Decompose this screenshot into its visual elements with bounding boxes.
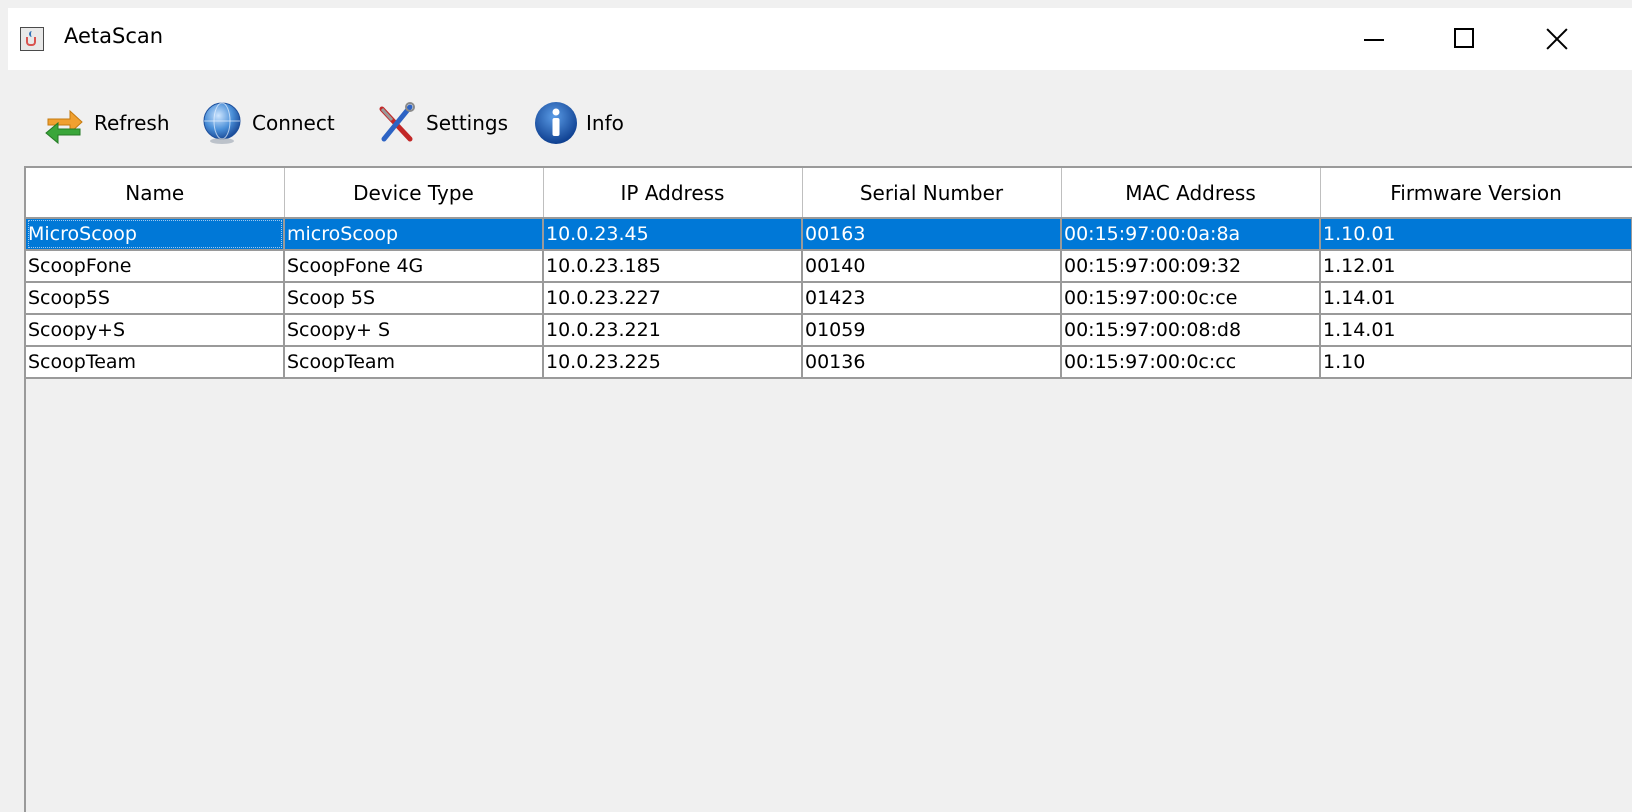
info-button[interactable]: Info	[532, 94, 624, 152]
cell-firmware-version[interactable]: 1.12.01	[1320, 250, 1632, 283]
column-header-name[interactable]: Name	[26, 168, 285, 219]
cell-mac-address[interactable]: 00:15:97:00:09:32	[1061, 250, 1321, 283]
cell-serial-number[interactable]: 00163	[802, 218, 1062, 251]
cell-serial-number[interactable]: 00136	[802, 346, 1062, 379]
cell-device-type[interactable]: ScoopFone 4G	[284, 250, 544, 283]
cell-firmware-version[interactable]: 1.10	[1320, 346, 1632, 379]
cell-name[interactable]: ScoopFone	[26, 250, 285, 283]
cell-name[interactable]: Scoop5S	[26, 282, 285, 315]
column-header-mac-address[interactable]: MAC Address	[1061, 168, 1321, 219]
close-button[interactable]	[1508, 8, 1598, 70]
tools-icon	[372, 99, 420, 147]
cell-device-type[interactable]: microScoop	[284, 218, 544, 251]
column-header-serial-number[interactable]: Serial Number	[802, 168, 1062, 219]
app-window: AetaScan Refresh Connect Settings Info N…	[8, 8, 1632, 812]
maximize-button[interactable]	[1418, 8, 1508, 70]
cell-mac-address[interactable]: 00:15:97:00:0c:cc	[1061, 346, 1321, 379]
cell-mac-address[interactable]: 00:15:97:00:0c:ce	[1061, 282, 1321, 315]
cell-firmware-version[interactable]: 1.14.01	[1320, 282, 1632, 315]
title-bar[interactable]: AetaScan	[8, 8, 1632, 70]
device-table[interactable]: Name Device Type IP Address Serial Numbe…	[24, 166, 1632, 812]
info-icon	[532, 99, 580, 147]
cell-ip-address[interactable]: 10.0.23.221	[543, 314, 803, 347]
close-icon	[1544, 26, 1570, 52]
cell-ip-address[interactable]: 10.0.23.185	[543, 250, 803, 283]
window-title: AetaScan	[64, 24, 164, 48]
refresh-label: Refresh	[94, 111, 170, 135]
connect-button[interactable]: Connect	[198, 94, 335, 152]
cell-firmware-version[interactable]: 1.14.01	[1320, 314, 1632, 347]
table-row[interactable]: MicroScoop microScoop 10.0.23.45 00163 0…	[26, 218, 1632, 251]
settings-label: Settings	[426, 111, 509, 135]
cell-firmware-version[interactable]: 1.10.01	[1320, 218, 1632, 251]
cell-name[interactable]: MicroScoop	[26, 218, 285, 251]
refresh-icon	[40, 99, 88, 147]
maximize-icon	[1454, 28, 1474, 48]
column-header-firmware-version[interactable]: Firmware Version	[1320, 168, 1632, 219]
connect-label: Connect	[252, 111, 335, 135]
minimize-icon	[1364, 39, 1384, 41]
cell-mac-address[interactable]: 00:15:97:00:0a:8a	[1061, 218, 1321, 251]
table-row[interactable]: ScoopFone ScoopFone 4G 10.0.23.185 00140…	[26, 250, 1632, 283]
table-row[interactable]: Scoopy+S Scoopy+ S 10.0.23.221 01059 00:…	[26, 314, 1632, 347]
globe-icon	[198, 99, 246, 147]
toolbar: Refresh Connect Settings Info	[38, 94, 738, 152]
java-cup-icon	[20, 27, 44, 51]
cell-mac-address[interactable]: 00:15:97:00:08:d8	[1061, 314, 1321, 347]
cell-ip-address[interactable]: 10.0.23.227	[543, 282, 803, 315]
refresh-button[interactable]: Refresh	[40, 94, 170, 152]
cell-serial-number[interactable]: 01423	[802, 282, 1062, 315]
column-header-ip-address[interactable]: IP Address	[543, 168, 803, 219]
minimize-button[interactable]	[1328, 8, 1418, 70]
table-row[interactable]: Scoop5S Scoop 5S 10.0.23.227 01423 00:15…	[26, 282, 1632, 315]
column-header-device-type[interactable]: Device Type	[284, 168, 544, 219]
table-row[interactable]: ScoopTeam ScoopTeam 10.0.23.225 00136 00…	[26, 346, 1632, 379]
cell-serial-number[interactable]: 01059	[802, 314, 1062, 347]
cell-device-type[interactable]: Scoopy+ S	[284, 314, 544, 347]
settings-button[interactable]: Settings	[372, 94, 508, 152]
cell-serial-number[interactable]: 00140	[802, 250, 1062, 283]
table-header-row: Name Device Type IP Address Serial Numbe…	[26, 168, 1632, 219]
info-label: Info	[586, 111, 624, 135]
cell-name[interactable]: ScoopTeam	[26, 346, 285, 379]
cell-ip-address[interactable]: 10.0.23.225	[543, 346, 803, 379]
cell-device-type[interactable]: ScoopTeam	[284, 346, 544, 379]
cell-ip-address[interactable]: 10.0.23.45	[543, 218, 803, 251]
cell-device-type[interactable]: Scoop 5S	[284, 282, 544, 315]
cell-name[interactable]: Scoopy+S	[26, 314, 285, 347]
